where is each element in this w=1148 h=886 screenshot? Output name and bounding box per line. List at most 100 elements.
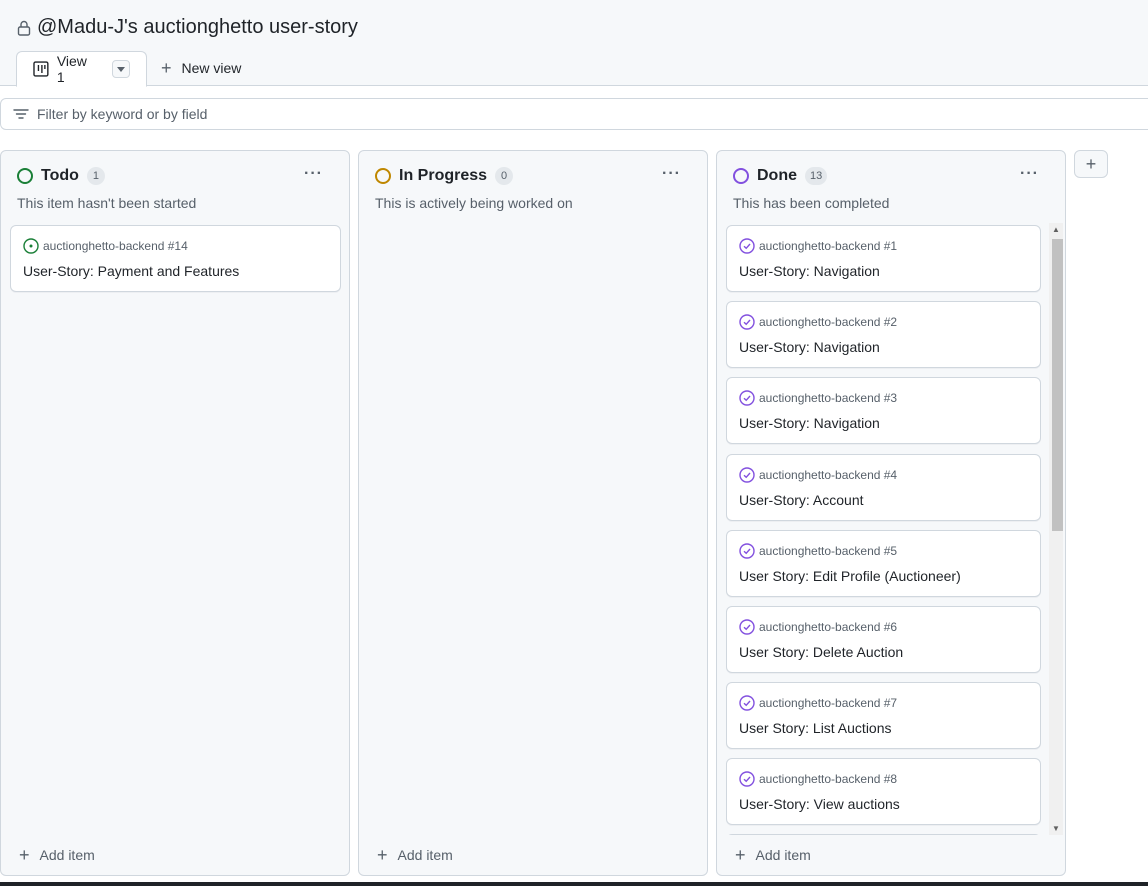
card-meta: auctionghetto-backend #14 bbox=[23, 238, 188, 254]
lock-icon bbox=[17, 20, 31, 36]
plus-icon: + bbox=[377, 845, 388, 865]
card-meta: auctionghetto-backend #2 bbox=[739, 314, 897, 330]
add-item-button[interactable]: + Add item bbox=[377, 845, 453, 865]
filter-icon bbox=[13, 109, 29, 119]
card-meta: auctionghetto-backend #1 bbox=[739, 238, 897, 254]
add-item-label: Add item bbox=[397, 847, 453, 863]
page-title: @Madu-J's auctionghetto user-story bbox=[37, 16, 358, 38]
scroll-up-icon[interactable]: ▲ bbox=[1052, 225, 1060, 234]
column-header: Done 13 bbox=[733, 167, 828, 185]
view-options-button[interactable] bbox=[112, 60, 130, 78]
column-header: In Progress 0 bbox=[375, 167, 514, 185]
column-description: This has been completed bbox=[733, 195, 890, 211]
card-title[interactable]: User Story: List Auctions bbox=[739, 720, 892, 736]
card-meta: auctionghetto-backend #5 bbox=[739, 543, 897, 559]
card-repo: auctionghetto-backend #6 bbox=[759, 620, 898, 634]
plus-icon: + bbox=[735, 845, 746, 865]
plus-icon: + bbox=[1085, 153, 1097, 174]
card-meta: auctionghetto-backend #3 bbox=[739, 390, 897, 406]
card-list-scrollbar[interactable]: ▲ ▼ bbox=[1049, 223, 1063, 835]
add-item-label: Add item bbox=[755, 847, 811, 863]
card[interactable]: auctionghetto-backend #1 User-Story: Nav… bbox=[726, 225, 1041, 292]
card-title[interactable]: User-Story: Navigation bbox=[739, 415, 880, 431]
card-repo: auctionghetto-backend #3 bbox=[759, 391, 898, 405]
card-repo: auctionghetto-backend #8 bbox=[759, 772, 898, 786]
card-meta: auctionghetto-backend #8 bbox=[739, 771, 897, 787]
card-repo: auctionghetto-backend #1 bbox=[759, 239, 898, 253]
card-title[interactable]: User-Story: Navigation bbox=[739, 339, 880, 355]
filter-input[interactable]: Filter by keyword or by field bbox=[0, 98, 1148, 130]
card[interactable]: auctionghetto-backend #8 User-Story: Vie… bbox=[726, 758, 1041, 825]
issue-closed-icon bbox=[739, 695, 755, 711]
project-header: @Madu-J's auctionghetto user-story View … bbox=[0, 0, 1148, 87]
column-done: Done 13 ··· This has been completed auct… bbox=[716, 150, 1066, 876]
done-card-list: auctionghetto-backend #1 User-Story: Nav… bbox=[717, 223, 1065, 835]
card-partial[interactable] bbox=[726, 834, 1041, 835]
card-repo: auctionghetto-backend #4 bbox=[759, 468, 898, 482]
card[interactable]: auctionghetto-backend #5 User Story: Edi… bbox=[726, 530, 1041, 597]
column-title: Todo bbox=[41, 167, 79, 184]
card-meta: auctionghetto-backend #7 bbox=[739, 695, 897, 711]
card-repo: auctionghetto-backend #14 bbox=[43, 239, 188, 253]
column-menu-button[interactable]: ··· bbox=[1020, 165, 1039, 183]
scroll-down-icon[interactable]: ▼ bbox=[1052, 824, 1060, 833]
card-repo: auctionghetto-backend #5 bbox=[759, 544, 898, 558]
item-count-badge: 13 bbox=[805, 167, 828, 185]
column-title: In Progress bbox=[399, 167, 488, 184]
new-view-button[interactable]: + New view bbox=[147, 50, 257, 86]
status-circle-icon bbox=[17, 168, 33, 184]
item-count-badge: 0 bbox=[495, 167, 514, 185]
add-item-label: Add item bbox=[39, 847, 95, 863]
filter-placeholder: Filter by keyword or by field bbox=[37, 106, 208, 122]
card-title[interactable]: User-Story: Account bbox=[739, 492, 864, 508]
issue-closed-icon bbox=[739, 314, 755, 330]
issue-closed-icon bbox=[739, 390, 755, 406]
column-menu-button[interactable]: ··· bbox=[662, 165, 681, 183]
card-title[interactable]: User Story: Edit Profile (Auctioneer) bbox=[739, 568, 961, 584]
column-in-progress: In Progress 0 ··· This is actively being… bbox=[358, 150, 708, 876]
card-title[interactable]: User-Story: View auctions bbox=[739, 796, 900, 812]
column-description: This is actively being worked on bbox=[375, 195, 573, 211]
item-count-badge: 1 bbox=[86, 167, 105, 185]
title-row: @Madu-J's auctionghetto user-story bbox=[17, 16, 358, 39]
scrollbar-thumb[interactable] bbox=[1052, 239, 1063, 531]
board: Todo 1 ··· This item hasn't been started… bbox=[0, 140, 1148, 882]
card[interactable]: auctionghetto-backend #2 User-Story: Nav… bbox=[726, 301, 1041, 368]
triangle-down-icon bbox=[117, 66, 126, 72]
issue-closed-icon bbox=[739, 619, 755, 635]
view-tabs: View 1 + New view bbox=[16, 50, 257, 87]
plus-icon: + bbox=[19, 845, 30, 865]
column-header: Todo 1 bbox=[17, 167, 105, 185]
issue-closed-icon bbox=[739, 238, 755, 254]
status-circle-icon bbox=[733, 168, 749, 184]
project-board-icon bbox=[33, 61, 49, 77]
issue-closed-icon bbox=[739, 771, 755, 787]
window-bottom-edge bbox=[0, 882, 1148, 886]
card[interactable]: auctionghetto-backend #14 User-Story: Pa… bbox=[10, 225, 341, 292]
card[interactable]: auctionghetto-backend #6 User Story: Del… bbox=[726, 606, 1041, 673]
card-title[interactable]: User-Story: Payment and Features bbox=[23, 263, 239, 279]
issue-closed-icon bbox=[739, 543, 755, 559]
card-title[interactable]: User Story: Delete Auction bbox=[739, 644, 903, 660]
issue-closed-icon bbox=[739, 467, 755, 483]
column-todo: Todo 1 ··· This item hasn't been started… bbox=[0, 150, 350, 876]
status-circle-icon bbox=[375, 168, 391, 184]
card-title[interactable]: User-Story: Navigation bbox=[739, 263, 880, 279]
card[interactable]: auctionghetto-backend #4 User-Story: Acc… bbox=[726, 454, 1041, 521]
add-item-button[interactable]: + Add item bbox=[735, 845, 811, 865]
column-description: This item hasn't been started bbox=[17, 195, 197, 211]
column-title: Done bbox=[757, 167, 797, 184]
tab-view-1[interactable]: View 1 bbox=[16, 51, 147, 87]
new-view-label: New view bbox=[181, 60, 242, 76]
card-meta: auctionghetto-backend #4 bbox=[739, 467, 897, 483]
column-menu-button[interactable]: ··· bbox=[304, 165, 323, 183]
plus-icon: + bbox=[161, 57, 172, 78]
card-meta: auctionghetto-backend #6 bbox=[739, 619, 897, 635]
card[interactable]: auctionghetto-backend #3 User-Story: Nav… bbox=[726, 377, 1041, 444]
add-column-button[interactable]: + bbox=[1074, 150, 1108, 178]
card-repo: auctionghetto-backend #7 bbox=[759, 696, 898, 710]
card[interactable]: auctionghetto-backend #7 User Story: Lis… bbox=[726, 682, 1041, 749]
card-repo: auctionghetto-backend #2 bbox=[759, 315, 898, 329]
add-item-button[interactable]: + Add item bbox=[19, 845, 95, 865]
tab-label: View 1 bbox=[56, 53, 87, 85]
